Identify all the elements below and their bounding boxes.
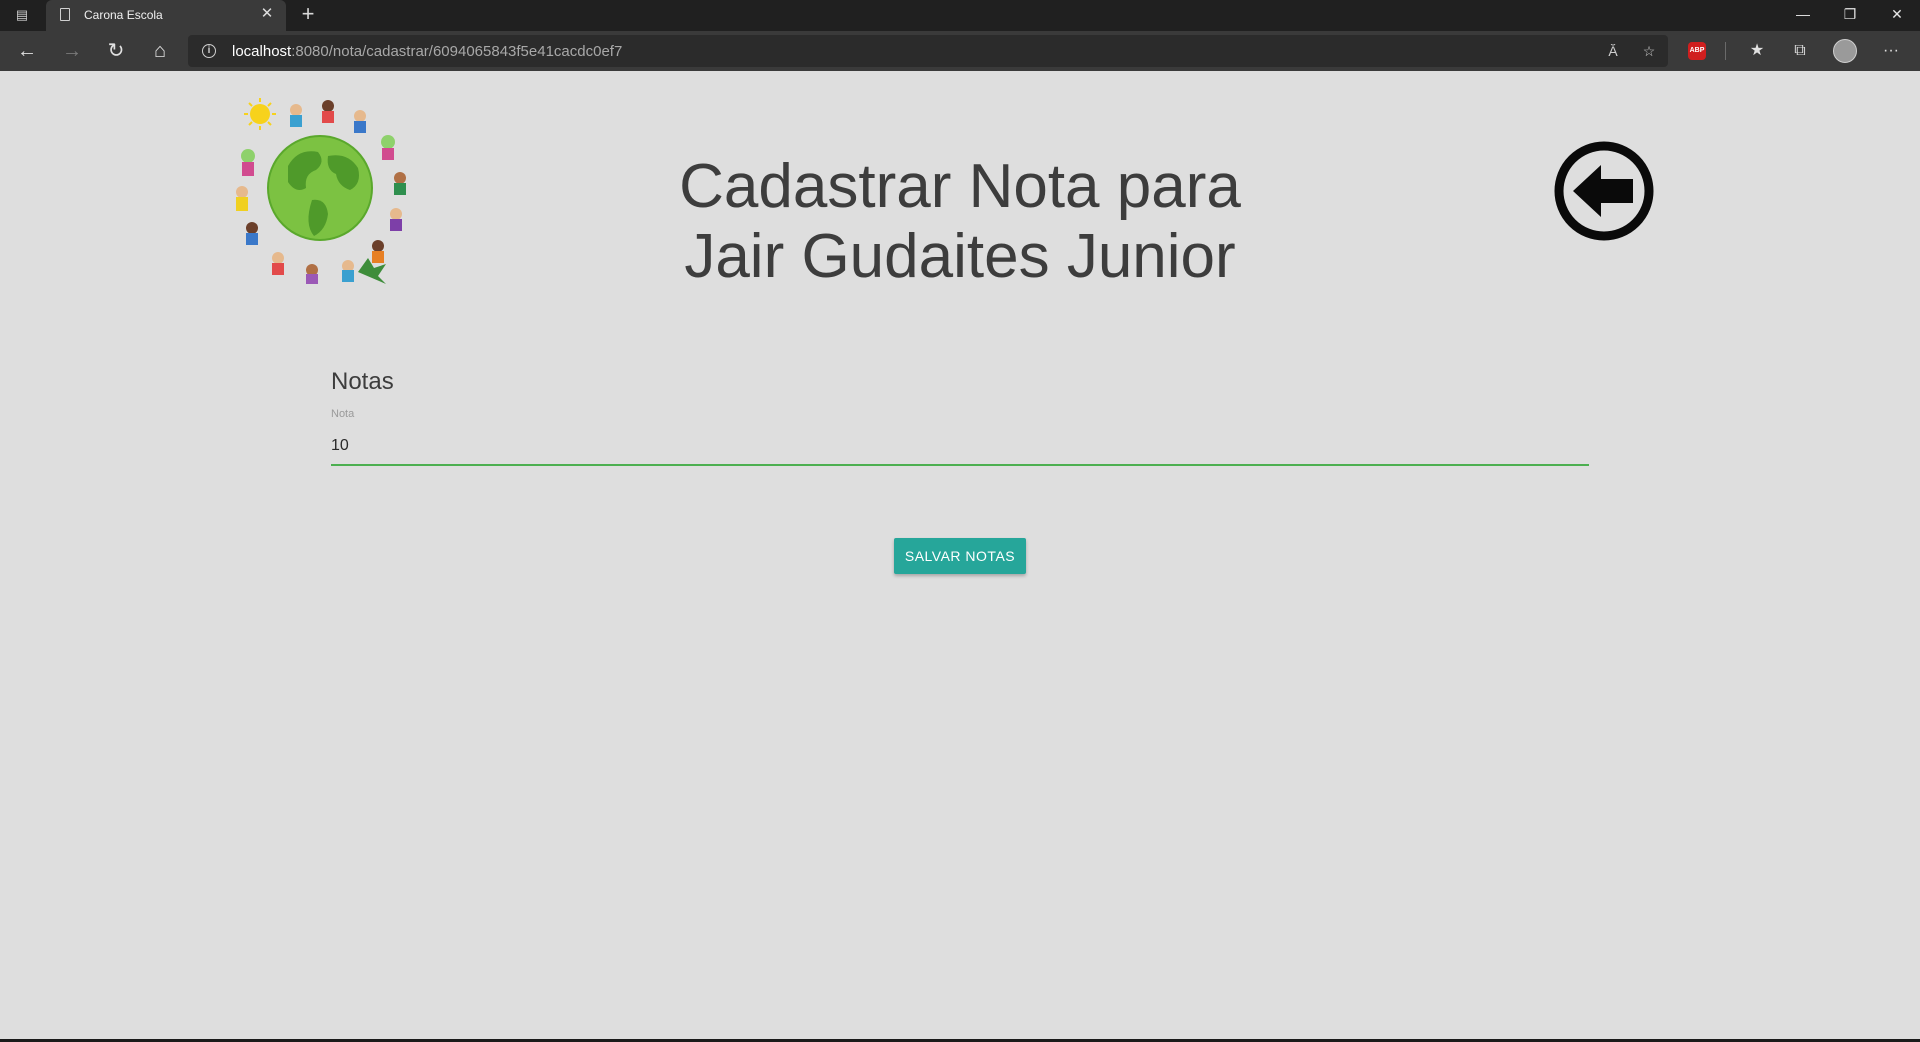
favorites-icon[interactable]: ★ <box>1744 38 1770 64</box>
back-nav-icon[interactable]: ← <box>13 37 41 65</box>
reload-icon[interactable]: ↻ <box>102 37 130 65</box>
save-notes-button[interactable]: SALVAR NOTAS <box>894 538 1026 574</box>
browser-toolbar: ← → ↻ ⌂ i localhost:8080/nota/cadastrar/… <box>0 31 1920 71</box>
nota-field-label: Nota <box>331 408 355 420</box>
adblock-plus-icon[interactable]: ABP <box>1688 42 1706 60</box>
more-icon[interactable]: ··· <box>1878 38 1904 64</box>
tab-actions-icon[interactable]: ▤ <box>14 7 30 23</box>
home-icon[interactable]: ⌂ <box>146 37 174 65</box>
section-title: Notas <box>331 368 394 395</box>
back-arrow-icon[interactable] <box>1553 140 1655 242</box>
earth-children-logo-icon <box>236 98 406 284</box>
toolbar-divider <box>1725 42 1726 60</box>
page-icon <box>60 8 70 21</box>
site-info-icon[interactable]: i <box>202 44 216 58</box>
page-title: Cadastrar Nota para Jair Gudaites Junior <box>679 152 1241 291</box>
browser-tab[interactable]: Carona Escola ✕ <box>46 0 286 31</box>
new-tab-icon[interactable]: + <box>296 2 320 26</box>
tab-title: Carona Escola <box>84 8 163 22</box>
read-aloud-icon[interactable]: Ă <box>1603 41 1623 61</box>
nota-input[interactable] <box>331 428 1589 466</box>
address-bar[interactable]: i localhost:8080/nota/cadastrar/60940658… <box>188 35 1668 67</box>
forward-nav-icon[interactable]: → <box>58 37 86 65</box>
url-text[interactable]: localhost:8080/nota/cadastrar/6094065843… <box>232 43 622 60</box>
close-window-icon[interactable]: ✕ <box>1874 0 1920 31</box>
restore-icon[interactable]: ❐ <box>1827 0 1873 31</box>
collections-icon[interactable]: ⧉ <box>1787 38 1813 64</box>
tab-close-icon[interactable]: ✕ <box>258 5 276 23</box>
minimize-icon[interactable]: — <box>1780 0 1826 31</box>
add-favorite-icon[interactable]: ☆ <box>1639 41 1659 61</box>
browser-titlebar: ▤ Carona Escola ✕ + — ❐ ✕ <box>0 0 1920 31</box>
profile-icon[interactable] <box>1833 39 1857 63</box>
